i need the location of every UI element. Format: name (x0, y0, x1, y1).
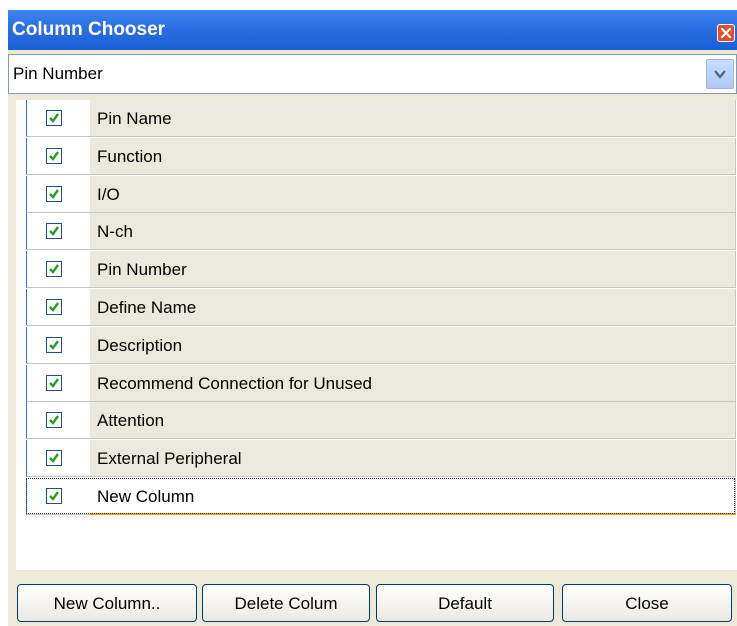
column-label-cell[interactable]: N-ch (90, 213, 736, 250)
column-label-cell[interactable]: Recommend Connection for Unused (90, 365, 736, 402)
column-checkbox[interactable] (46, 110, 62, 126)
column-checkbox[interactable] (46, 148, 62, 164)
column-label: I/O (97, 185, 120, 204)
column-row[interactable]: Function (16, 138, 737, 175)
column-label-cell[interactable]: Description (90, 327, 736, 364)
checkbox-cell (26, 176, 90, 213)
column-label-cell[interactable]: Define Name (90, 289, 736, 326)
column-checkbox[interactable] (46, 186, 62, 202)
checkmark-icon (49, 151, 59, 161)
checkbox-cell (26, 327, 90, 364)
checkmark-icon (49, 340, 59, 350)
close-button[interactable]: Close (562, 584, 732, 622)
checkbox-cell (26, 289, 90, 326)
column-row[interactable]: Attention (16, 402, 737, 439)
checkbox-cell (26, 402, 90, 439)
chevron-down-icon[interactable] (706, 59, 734, 89)
column-row[interactable]: Pin Name (16, 100, 737, 137)
column-label: N-ch (97, 222, 133, 241)
column-label-cell[interactable]: Pin Name (90, 100, 736, 137)
column-checkbox[interactable] (46, 488, 62, 504)
column-label-cell[interactable]: Function (90, 138, 736, 175)
column-row[interactable]: N-ch (16, 213, 737, 250)
checkmark-icon (49, 189, 59, 199)
window-title: Column Chooser (12, 19, 166, 40)
column-checkbox[interactable] (46, 299, 62, 315)
column-label: Pin Number (97, 260, 187, 279)
checkmark-icon (49, 113, 59, 123)
column-label-cell[interactable]: External Peripheral (90, 440, 736, 477)
checkbox-cell (26, 440, 90, 477)
column-checkbox[interactable] (46, 261, 62, 277)
column-checkbox[interactable] (46, 412, 62, 428)
column-label-cell[interactable]: Attention (90, 402, 736, 439)
column-label: Define Name (97, 298, 197, 317)
column-list: Pin Name Function I/O N-ch Pin Number Define … (16, 100, 737, 570)
column-label: Attention (97, 411, 165, 430)
checkmark-icon (49, 226, 59, 236)
column-label: External Peripheral (97, 449, 242, 468)
column-row[interactable]: Description (16, 327, 737, 364)
checkmark-icon (49, 264, 59, 274)
new-column-button[interactable]: New Column.. (17, 584, 197, 622)
column-dropdown[interactable]: Pin Number (8, 54, 737, 94)
column-row[interactable]: External Peripheral (16, 440, 737, 477)
column-checkbox[interactable] (46, 375, 62, 391)
column-label: Description (97, 336, 183, 355)
checkbox-cell (26, 213, 90, 250)
default-button[interactable]: Default (376, 584, 554, 622)
checkbox-cell (26, 100, 90, 137)
column-label-cell[interactable]: Pin Number (90, 251, 736, 288)
column-label-cell[interactable]: New Column (90, 478, 736, 515)
column-label: Function (97, 147, 163, 166)
checkbox-cell (26, 365, 90, 402)
checkmark-icon (49, 302, 59, 312)
column-checkbox[interactable] (46, 223, 62, 239)
checkmark-icon (49, 415, 59, 425)
column-row[interactable]: Pin Number (16, 251, 737, 288)
column-row[interactable]: Recommend Connection for Unused (16, 365, 737, 402)
column-checkbox[interactable] (46, 337, 62, 353)
column-label-cell[interactable]: I/O (90, 176, 736, 213)
column-row[interactable]: Define Name (16, 289, 737, 326)
column-label: New Column (97, 487, 195, 506)
column-label: Recommend Connection for Unused (97, 374, 372, 393)
checkmark-icon (49, 453, 59, 463)
delete-column-button[interactable]: Delete Colum (202, 584, 370, 622)
column-checkbox[interactable] (46, 450, 62, 466)
checkmark-icon (49, 378, 59, 388)
column-chooser-window: Column Chooser Pin Number Pin Name Functi… (8, 10, 737, 626)
column-row[interactable]: I/O (16, 176, 737, 213)
column-row[interactable]: New Column (16, 478, 737, 515)
column-label: Pin Name (97, 109, 172, 128)
title-bar[interactable]: Column Chooser (8, 10, 737, 50)
checkbox-cell (26, 251, 90, 288)
checkbox-cell (26, 478, 90, 515)
checkmark-icon (49, 491, 59, 501)
checkbox-cell (26, 138, 90, 175)
close-icon[interactable] (717, 24, 735, 42)
dropdown-selected-value: Pin Number (13, 64, 103, 83)
